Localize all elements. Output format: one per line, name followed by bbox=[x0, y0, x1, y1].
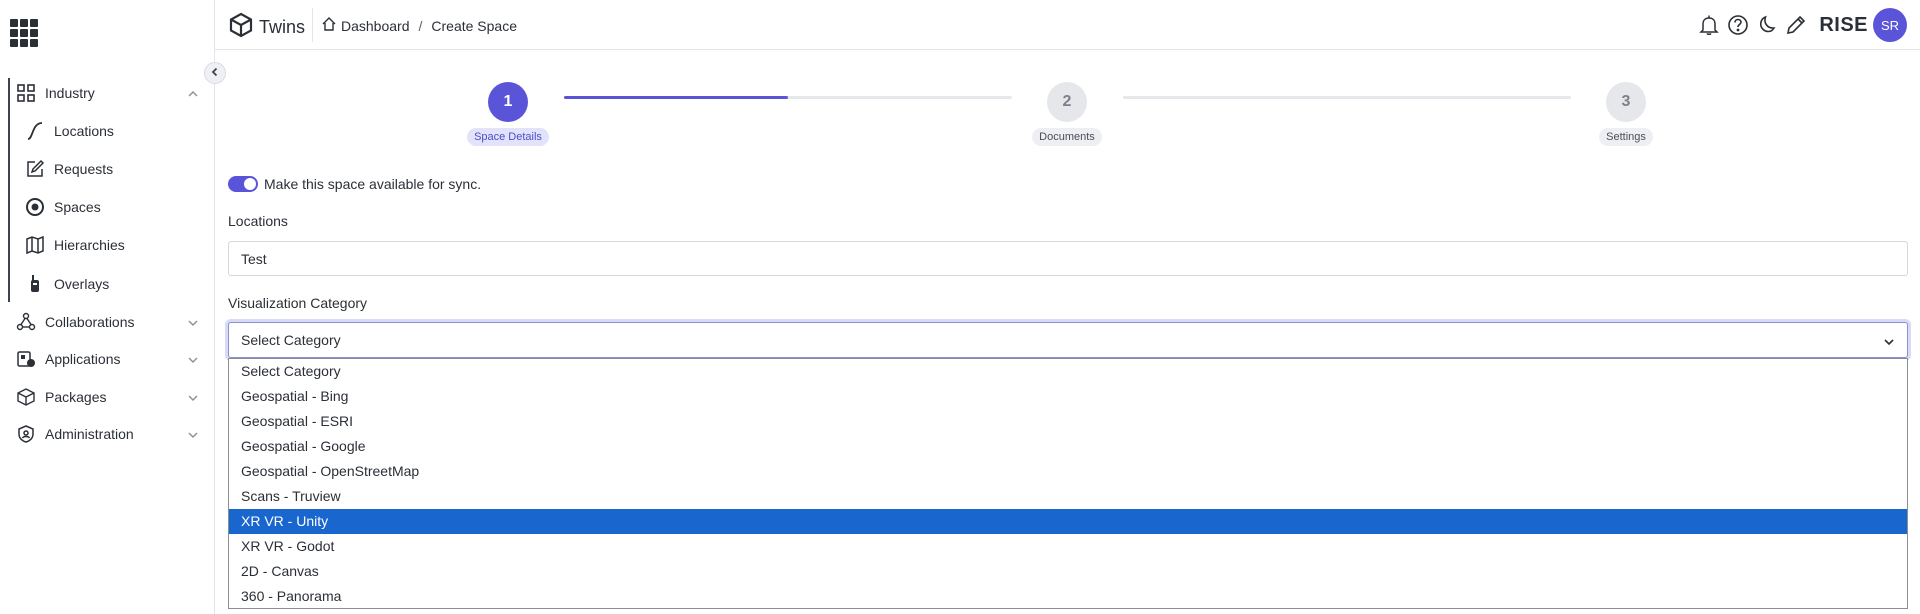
category-option[interactable]: Scans - Truview bbox=[229, 484, 1907, 509]
category-option[interactable]: Geospatial - Bing bbox=[229, 384, 1907, 409]
shield-icon bbox=[15, 423, 37, 445]
step-label: Documents bbox=[1032, 128, 1102, 146]
chevron-down-icon bbox=[187, 353, 199, 369]
step-number: 1 bbox=[488, 82, 528, 122]
toggle-knob bbox=[244, 178, 256, 190]
top-header: Twins Dashboard / Create Space RISE SR bbox=[215, 0, 1920, 50]
sidebar-item-applications[interactable]: Applications bbox=[0, 342, 215, 376]
cube-icon bbox=[228, 12, 259, 43]
home-icon[interactable] bbox=[321, 16, 337, 35]
step-space-details[interactable]: 1 Space Details bbox=[464, 82, 552, 146]
bell-icon[interactable] bbox=[1696, 12, 1722, 38]
sidebar-item-label: Applications bbox=[45, 351, 121, 367]
breadcrumb: Dashboard / Create Space bbox=[321, 16, 517, 35]
grid-icon bbox=[15, 82, 37, 104]
category-option[interactable]: 2D - Canvas bbox=[229, 559, 1907, 584]
map-icon bbox=[24, 234, 46, 256]
step-track-1-2 bbox=[564, 96, 1012, 99]
sidebar-item-label: Administration bbox=[45, 426, 134, 442]
chevron-left-icon bbox=[210, 64, 220, 82]
sidebar-item-label: Overlays bbox=[54, 276, 110, 292]
path-icon bbox=[24, 120, 46, 142]
sidebar-item-label: Hierarchies bbox=[54, 237, 125, 253]
sync-toggle[interactable] bbox=[228, 176, 258, 192]
sidebar-item-label: Packages bbox=[45, 389, 107, 405]
user-avatar[interactable]: SR bbox=[1873, 8, 1907, 42]
chevron-down-icon bbox=[187, 316, 199, 332]
step-number: 3 bbox=[1606, 82, 1646, 122]
step-documents[interactable]: 2 Documents bbox=[1023, 82, 1111, 146]
visualization-category-label: Visualization Category bbox=[228, 295, 368, 311]
sidebar-item-industry[interactable]: Industry bbox=[0, 76, 215, 110]
locations-label: Locations bbox=[228, 213, 288, 229]
category-option[interactable]: Select Category bbox=[229, 359, 1907, 384]
step-number: 2 bbox=[1047, 82, 1087, 122]
walkie-icon bbox=[24, 273, 46, 295]
header-actions: RISE bbox=[1693, 12, 1868, 38]
locations-input[interactable] bbox=[228, 241, 1908, 276]
network-icon bbox=[15, 311, 37, 333]
target-icon bbox=[24, 196, 46, 218]
brand-logo[interactable]: Twins bbox=[228, 12, 305, 43]
sidebar-item-requests[interactable]: Requests bbox=[0, 152, 215, 186]
sidebar-item-label: Spaces bbox=[54, 199, 101, 215]
category-option[interactable]: XR VR - Godot bbox=[229, 534, 1907, 559]
category-option[interactable]: Geospatial - OpenStreetMap bbox=[229, 459, 1907, 484]
sidebar-item-locations[interactable]: Locations bbox=[0, 114, 215, 148]
sidebar-item-collaborations[interactable]: Collaborations bbox=[0, 305, 215, 339]
chevron-up-icon bbox=[187, 87, 199, 103]
sidebar-item-label: Industry bbox=[45, 85, 95, 101]
step-track-2-3 bbox=[1123, 96, 1571, 99]
category-option[interactable]: Geospatial - Google bbox=[229, 434, 1907, 459]
edit-icon bbox=[24, 158, 46, 180]
step-progress-fill bbox=[564, 96, 788, 99]
brand-name: Twins bbox=[259, 17, 306, 37]
sidebar-item-label: Requests bbox=[54, 161, 114, 177]
select-value: Select Category bbox=[241, 332, 341, 348]
category-dropdown-list: Select Category Geospatial - Bing Geospati… bbox=[228, 358, 1908, 609]
header-divider bbox=[312, 8, 313, 42]
category-option[interactable]: XR VR - Unity bbox=[229, 509, 1907, 534]
step-label: Settings bbox=[1599, 128, 1653, 146]
sidebar-item-label: Collaborations bbox=[45, 314, 135, 330]
chevron-down-icon bbox=[187, 428, 199, 444]
sidebar-item-overlays[interactable]: Overlays bbox=[0, 267, 215, 301]
category-option[interactable]: Geospatial - ESRI bbox=[229, 409, 1907, 434]
sidebar: Industry Locations Requests Spaces Hiera… bbox=[0, 0, 215, 614]
pencil-icon[interactable] bbox=[1783, 12, 1809, 38]
sidebar-collapse-button[interactable] bbox=[204, 62, 226, 84]
sidebar-item-administration[interactable]: Administration bbox=[0, 417, 215, 451]
sidebar-item-packages[interactable]: Packages bbox=[0, 380, 215, 414]
sidebar-item-hierarchies[interactable]: Hierarchies bbox=[0, 228, 215, 262]
moon-icon[interactable] bbox=[1754, 12, 1780, 38]
chevron-down-icon bbox=[187, 391, 199, 407]
visualization-category-select[interactable]: Select Category bbox=[228, 322, 1908, 358]
org-name: RISE bbox=[1819, 13, 1868, 36]
breadcrumb-dashboard-link[interactable]: Dashboard bbox=[341, 18, 410, 34]
sync-toggle-label: Make this space available for sync. bbox=[264, 176, 482, 192]
step-label: Space Details bbox=[467, 128, 549, 146]
breadcrumb-separator: / bbox=[418, 17, 423, 34]
app-launcher-icon[interactable] bbox=[10, 19, 38, 47]
step-settings[interactable]: 3 Settings bbox=[1582, 82, 1670, 146]
package-icon bbox=[15, 386, 37, 408]
help-icon[interactable] bbox=[1725, 12, 1751, 38]
sidebar-item-spaces[interactable]: Spaces bbox=[0, 190, 215, 224]
chevron-down-icon bbox=[1883, 335, 1895, 351]
sidebar-item-label: Locations bbox=[54, 123, 114, 139]
breadcrumb-current: Create Space bbox=[431, 17, 517, 34]
apps-icon bbox=[15, 348, 37, 370]
category-option[interactable]: 360 - Panorama bbox=[229, 584, 1907, 609]
